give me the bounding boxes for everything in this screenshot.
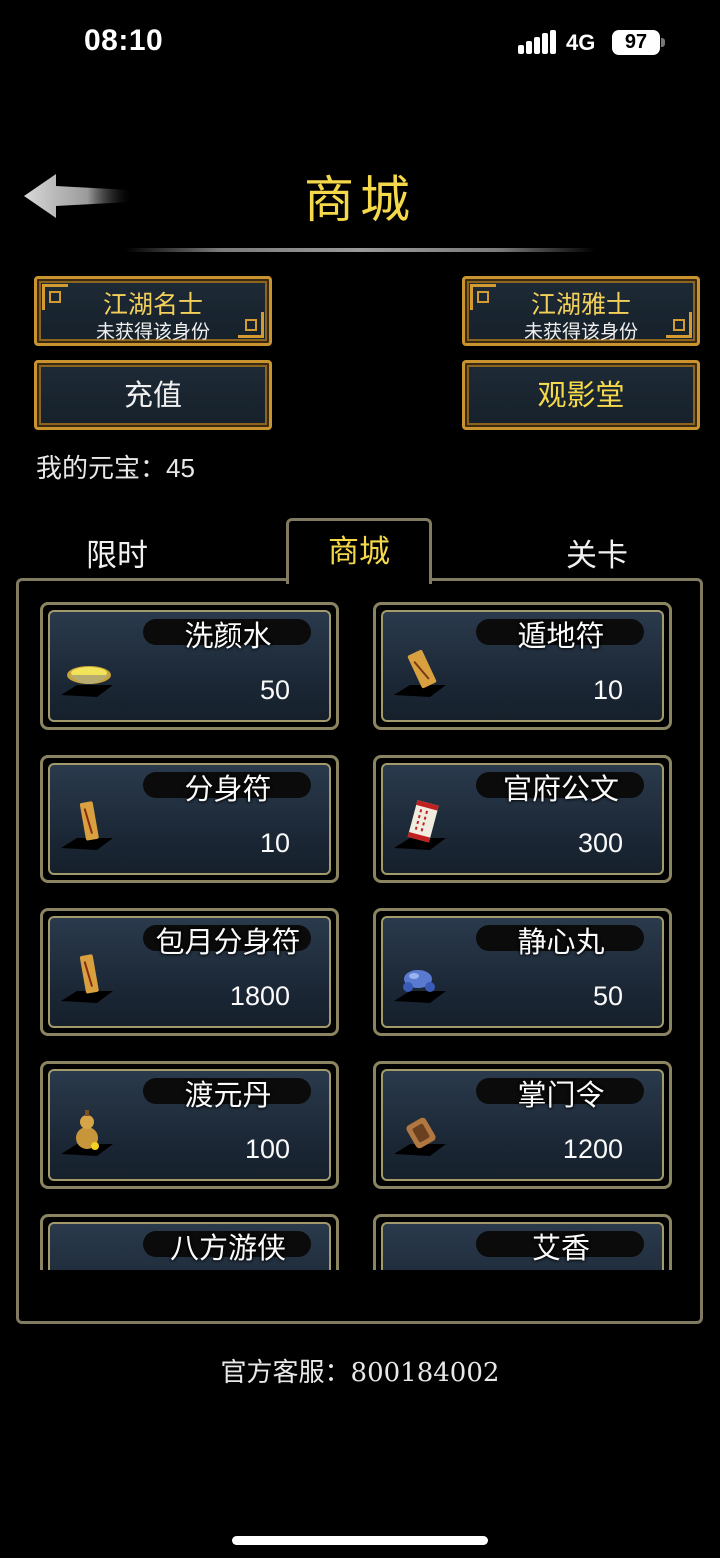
status-bar: 08:10 4G 97	[0, 0, 720, 88]
status-time: 08:10	[84, 24, 164, 57]
shop-item[interactable]: 静心丸 50	[373, 908, 672, 1036]
recharge-label: 充值	[123, 378, 182, 412]
token-icon	[394, 1117, 446, 1156]
battery-tip	[661, 38, 665, 47]
tab-levels[interactable]: 关卡	[566, 530, 628, 575]
item-name: 洗颜水	[184, 619, 272, 653]
talisman-icon	[61, 801, 113, 850]
item-price: 10	[592, 675, 623, 705]
shop-item[interactable]: 渡元丹 100	[40, 1061, 339, 1189]
document-icon	[394, 800, 446, 850]
shop-item[interactable]: 艾香	[373, 1214, 672, 1270]
identity-title: 江湖雅士	[530, 290, 631, 319]
shop-item[interactable]: 洗颜水 50	[40, 602, 339, 730]
identity-card-yashi[interactable]: 江湖雅士 未获得该身份	[462, 276, 700, 346]
tab-shop[interactable]: 商城	[286, 518, 432, 584]
gourd-icon	[61, 1110, 113, 1156]
item-name: 分身符	[184, 772, 272, 806]
page-title: 商城	[304, 171, 416, 229]
item-name: 包月分身符	[155, 925, 301, 959]
item-price: 1200	[562, 1134, 623, 1164]
customer-service-text: 官方客服：800184002	[220, 1358, 500, 1388]
item-name: 艾香	[531, 1231, 590, 1265]
shop-item[interactable]: 掌门令 1200	[373, 1061, 672, 1189]
talisman-icon	[394, 649, 446, 697]
item-name: 八方游侠	[169, 1231, 286, 1265]
identity-card-mingshi[interactable]: 江湖名士 未获得该身份	[34, 276, 272, 346]
theater-label: 观影堂	[537, 378, 625, 412]
talisman-icon	[61, 954, 113, 1003]
item-name: 遁地符	[517, 619, 605, 653]
recharge-button[interactable]: 充值	[34, 360, 272, 430]
identity-status: 未获得该身份	[523, 321, 638, 343]
shop-item[interactable]: 官府公文 300	[373, 755, 672, 883]
item-price: 10	[259, 828, 290, 858]
item-price: 50	[592, 981, 623, 1011]
bowl-icon	[61, 666, 113, 697]
identity-title: 江湖名士	[102, 290, 203, 319]
item-price: 1800	[229, 981, 290, 1011]
item-name: 渡元丹	[184, 1078, 272, 1112]
signal-icon	[518, 30, 556, 54]
currency-label: 我的元宝：	[36, 454, 167, 484]
item-price: 300	[577, 828, 623, 858]
currency-value: 45	[166, 453, 195, 483]
tab-limited[interactable]: 限时	[86, 530, 148, 575]
title-divider	[125, 248, 595, 252]
item-grid[interactable]: 洗颜水 50 遁地符 10 分身符 10 官府公文 300 包月分身符 1800…	[16, 590, 703, 1270]
shop-item[interactable]: 八方游侠	[40, 1214, 339, 1270]
tab-shop-label: 商城	[328, 534, 390, 570]
badge-icon	[57, 1253, 121, 1270]
pill-icon	[394, 970, 446, 1003]
item-name: 掌门令	[517, 1078, 605, 1112]
shop-item[interactable]: 分身符 10	[40, 755, 339, 883]
home-indicator[interactable]	[232, 1536, 488, 1545]
battery-icon: 97	[612, 30, 660, 55]
theater-button[interactable]: 观影堂	[462, 360, 700, 430]
item-price: 50	[259, 675, 290, 705]
item-name: 官府公文	[502, 772, 619, 806]
network-type: 4G	[566, 30, 596, 55]
shop-item[interactable]: 包月分身符 1800	[40, 908, 339, 1036]
item-price: 100	[244, 1134, 290, 1164]
identity-status: 未获得该身份	[95, 321, 210, 343]
incense-icon	[390, 1253, 454, 1270]
shop-item[interactable]: 遁地符 10	[373, 602, 672, 730]
item-name: 静心丸	[517, 925, 605, 959]
currency-display: 我的元宝：45	[36, 448, 195, 485]
